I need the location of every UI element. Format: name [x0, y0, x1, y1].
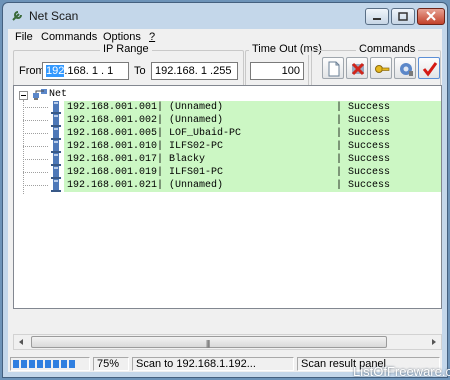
scan-status-text: Scan to 192.168.1.192...	[132, 357, 294, 371]
host-entry: 192.168.001.001| (Unnamed)	[67, 102, 224, 113]
menu-help[interactable]: ?	[149, 31, 155, 43]
network-icon	[33, 89, 47, 100]
from-label: From	[19, 65, 45, 77]
network-settings-button[interactable]	[394, 57, 416, 79]
host-entry: 192.168.001.010| ILFS02-PC	[67, 141, 224, 152]
tree-row[interactable]: 192.168.001.005| LOF_Ubaid-PC | Success	[14, 127, 441, 140]
menu-file[interactable]: File	[15, 31, 33, 43]
new-scan-button[interactable]	[322, 57, 344, 79]
status-text: | Success	[336, 115, 391, 126]
start-scan-button[interactable]	[418, 57, 440, 79]
computer-icon	[51, 140, 61, 153]
collapse-toggle[interactable]	[19, 91, 28, 100]
commands-title: Commands	[356, 43, 419, 55]
tree-row[interactable]: 192.168.001.010| ILFS02-PC | Success	[14, 140, 441, 153]
progress-percent: 75%	[93, 357, 129, 371]
tree-row[interactable]: 192.168.001.021| (Unnamed) | Success	[14, 179, 441, 192]
computer-icon	[51, 114, 61, 127]
progress-block	[37, 360, 43, 368]
to-ip-field[interactable]: 192.168. 1 .255	[151, 62, 238, 80]
grip-icon: |||	[206, 339, 210, 348]
menu-options[interactable]: Options	[103, 31, 141, 43]
computer-icon	[51, 153, 61, 166]
status-text: | Success	[336, 154, 391, 165]
host-entry: 192.168.001.017| Blacky	[67, 154, 206, 165]
status-text: | Success	[336, 128, 391, 139]
status-text: | Success	[336, 102, 391, 113]
progress-block	[13, 360, 19, 368]
from-ip-selected: 192	[46, 65, 65, 77]
tree-row[interactable]: 192.168.001.001| (Unnamed) | Success	[14, 101, 441, 114]
ip-range-title: IP Range	[100, 43, 152, 55]
computer-icon	[51, 101, 61, 114]
progress-bar	[10, 357, 90, 371]
tree-root-label: Net	[49, 89, 68, 100]
close-button[interactable]	[417, 8, 445, 25]
minimize-button[interactable]	[365, 8, 389, 25]
maximize-button[interactable]	[391, 8, 415, 25]
tree-row[interactable]: 192.168.001.017| Blacky | Success	[14, 153, 441, 166]
host-entry: 192.168.001.021| (Unnamed)	[67, 180, 224, 191]
network-settings-icon	[400, 63, 413, 76]
close-icon	[426, 11, 436, 21]
arrow-right-icon	[432, 339, 436, 345]
computer-icon	[51, 166, 61, 179]
progress-block	[45, 360, 51, 368]
progress-block	[21, 360, 27, 368]
arrow-left-icon	[19, 339, 23, 345]
tree-row[interactable]: 192.168.001.002| (Unnamed) | Success	[14, 114, 441, 127]
host-entry: 192.168.001.002| (Unnamed)	[67, 115, 224, 126]
host-entry: 192.168.001.019| ILFS01-PC	[67, 167, 224, 178]
timeout-input[interactable]: 100	[250, 62, 304, 80]
results-tree[interactable]: Net 192.168.001.001| (Unnamed) | Success…	[13, 85, 442, 309]
computer-icon	[51, 179, 61, 192]
scroll-left-button[interactable]	[14, 335, 29, 349]
window-title: Net Scan	[29, 9, 79, 23]
menu-commands[interactable]: Commands	[41, 31, 97, 43]
progress-block	[53, 360, 59, 368]
status-text: | Success	[336, 180, 391, 191]
horizontal-scrollbar[interactable]: |||	[13, 334, 442, 350]
scrollbar-thumb[interactable]: |||	[31, 336, 387, 348]
progress-block	[61, 360, 67, 368]
title-bar[interactable]: Net Scan	[3, 3, 447, 29]
key-button[interactable]	[370, 57, 392, 79]
maximize-icon	[398, 12, 408, 21]
progress-block	[69, 360, 75, 368]
app-window: Net Scan File Commands Options ? IP Rang…	[2, 2, 448, 378]
stop-scan-button[interactable]	[346, 57, 368, 79]
status-text: | Success	[336, 141, 391, 152]
from-ip-rest: .168. 1 . 1	[64, 65, 114, 77]
minimize-icon	[373, 18, 381, 20]
progress-block	[29, 360, 35, 368]
watermark: ListOfFreeware.com	[353, 364, 450, 379]
scroll-right-button[interactable]	[426, 335, 441, 349]
to-label: To	[134, 65, 146, 77]
checkmark-icon	[422, 62, 438, 77]
wrench-icon	[12, 11, 22, 21]
tree-row[interactable]: 192.168.001.019| ILFS01-PC | Success	[14, 166, 441, 179]
status-text: | Success	[336, 167, 391, 178]
new-scan-icon	[328, 61, 340, 77]
from-ip-field[interactable]: 192.168. 1 . 1	[42, 62, 129, 80]
host-entry: 192.168.001.005| LOF_Ubaid-PC	[67, 128, 242, 139]
stop-scan-icon	[351, 62, 365, 76]
computer-icon	[51, 127, 61, 140]
key-icon	[375, 65, 390, 73]
